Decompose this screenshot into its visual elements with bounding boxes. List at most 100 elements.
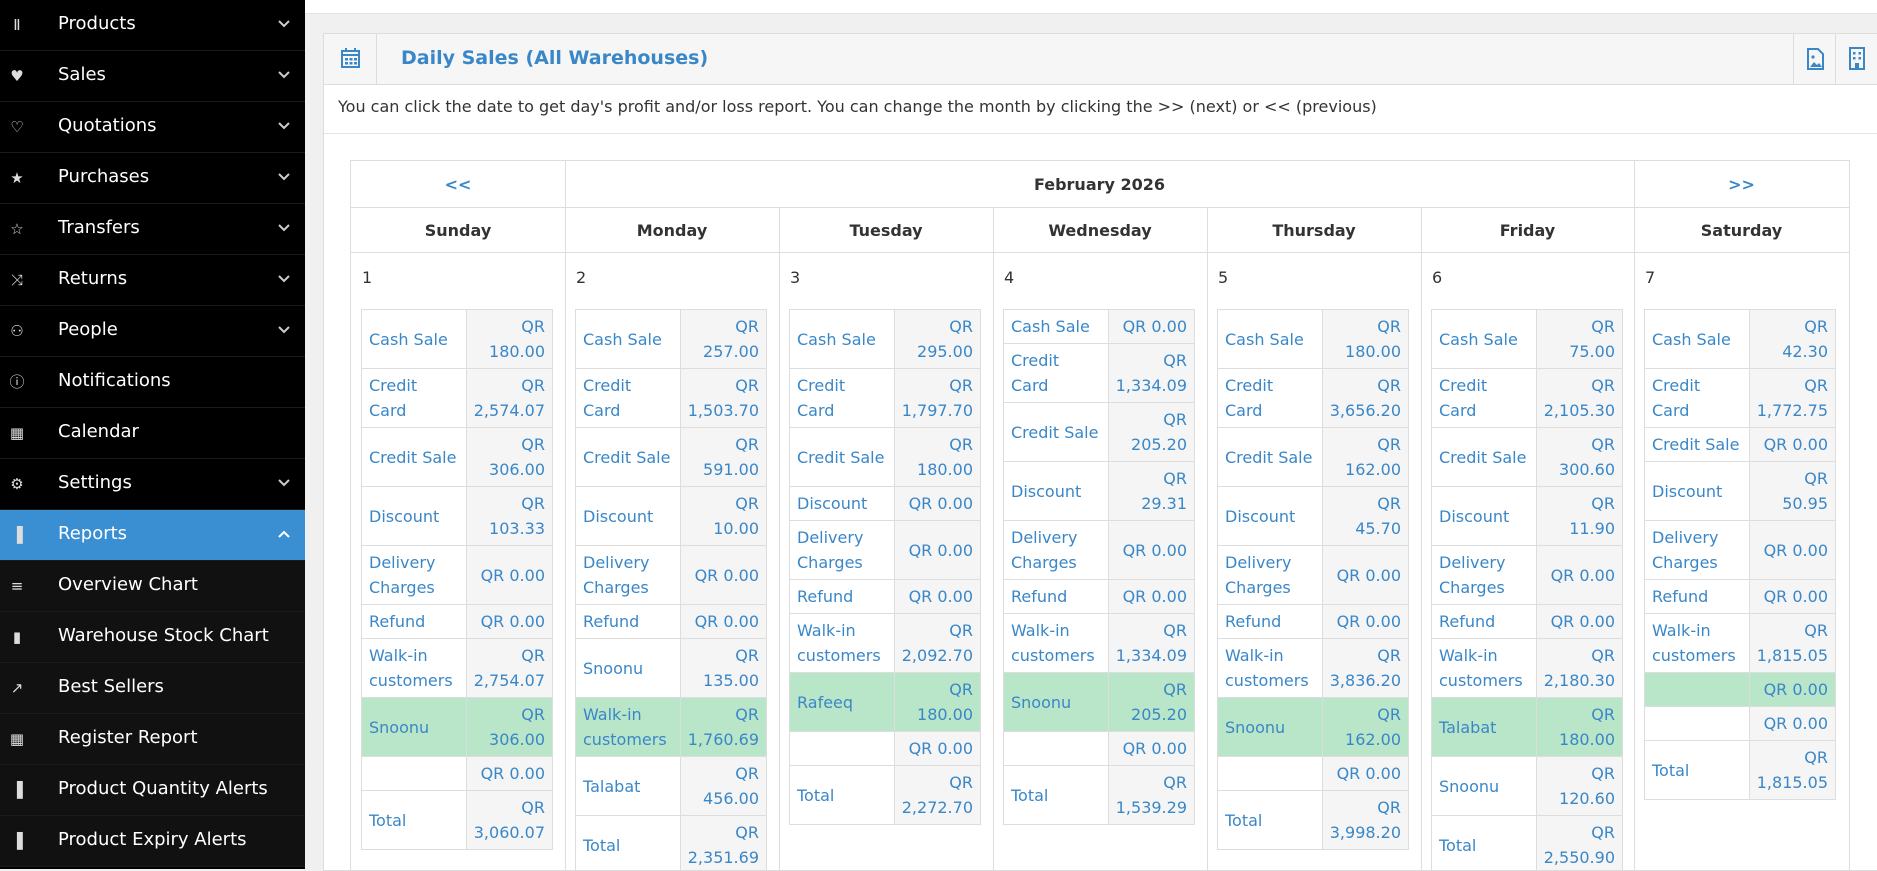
sidebar-item-quotations[interactable]: ♡ Quotations [0, 102, 305, 153]
summary-row: Discount QR 29.31 [1003, 461, 1196, 521]
summary-label: Credit Card [1644, 368, 1750, 428]
summary-row: Credit Sale QR 162.00 [1217, 427, 1410, 487]
column-divider [779, 207, 780, 870]
day-number-link[interactable]: 5 [1218, 268, 1228, 287]
summary-row: QR 0.00 [1644, 672, 1837, 707]
sidebar-item-settings[interactable]: ⚙ Settings [0, 459, 305, 510]
bar-chart-icon: ▐ [11, 781, 23, 799]
sidebar-item-label: Notifications [58, 370, 171, 391]
summary-label: Delivery Charges [575, 545, 681, 605]
sidebar-item-returns[interactable]: ⤨ Returns [0, 255, 305, 306]
summary-label [1217, 756, 1323, 791]
summary-row: Discount QR 10.00 [575, 486, 768, 546]
next-month-link[interactable]: >> [1728, 175, 1755, 194]
summary-value: QR 180.00 [893, 427, 982, 487]
day-number-link[interactable]: 1 [362, 268, 372, 287]
summary-label: Cash Sale [1217, 309, 1323, 369]
page-title: Daily Sales (All Warehouses) [401, 47, 709, 69]
summary-label: Credit Sale [1217, 427, 1323, 487]
summary-value: QR 180.00 [893, 672, 982, 732]
summary-row: QR 0.00 [789, 731, 982, 766]
chevron-down-icon [278, 71, 290, 79]
day-number-link[interactable]: 7 [1645, 268, 1655, 287]
day-number-link[interactable]: 3 [790, 268, 800, 287]
image-export-icon[interactable] [1793, 34, 1836, 84]
summary-row: Refund QR 0.00 [789, 579, 982, 614]
sidebar-item-notifications[interactable]: ⓘ Notifications [0, 357, 305, 408]
summary-value: QR 0.00 [1748, 520, 1837, 580]
summary-value: QR 2,272.70 [893, 765, 982, 825]
sidebar-item-overview-chart[interactable]: ≡ Overview Chart [0, 561, 305, 612]
summary-row: Walk-in customers QR 2,092.70 [789, 613, 982, 673]
sidebar-item-reports[interactable]: ▐ Reports [0, 510, 305, 561]
summary-label: Snoonu [361, 697, 467, 757]
summary-row: Cash Sale QR 180.00 [361, 309, 554, 369]
summary-value: QR 0.00 [679, 545, 768, 605]
summary-value: QR 180.00 [465, 309, 554, 369]
summary-label: Total [1003, 765, 1109, 825]
summary-row: Discount QR 45.70 [1217, 486, 1410, 546]
month-title: February 2026 [565, 161, 1634, 208]
summary-label: Walk-in customers [1644, 613, 1750, 673]
weekday-header-monday: Monday [565, 208, 779, 253]
summary-row: Credit Card QR 2,574.07 [361, 368, 554, 428]
summary-value: QR 300.60 [1535, 427, 1624, 487]
summary-label: Total [789, 765, 895, 825]
sidebar-item-transfers[interactable]: ☆ Transfers [0, 204, 305, 255]
summary-row: Cash Sale QR 42.30 [1644, 309, 1837, 369]
summary-label: Snoonu [1217, 697, 1323, 757]
chevron-down-icon [278, 20, 290, 28]
summary-row: Total QR 1,539.29 [1003, 765, 1196, 825]
bar-chart-icon: ▐ [11, 526, 23, 544]
sidebar: Ⅱ Products ♥ Sales ♡ Quotations ★ Purchases ☆ Tra… [0, 0, 305, 869]
info-icon: ⓘ [9, 373, 25, 391]
summary-label: Walk-in customers [1431, 638, 1537, 698]
calendar-icon: ▦ [9, 424, 25, 442]
sidebar-item-products[interactable]: Ⅱ Products [0, 0, 305, 51]
sidebar-item-product-quantity-alerts[interactable]: ▐ Product Quantity Alerts [0, 765, 305, 816]
summary-row: Cash Sale QR 257.00 [575, 309, 768, 369]
sidebar-item-register-report[interactable]: ▦ Register Report [0, 714, 305, 765]
day-number-link[interactable]: 4 [1004, 268, 1014, 287]
chevron-down-icon [278, 479, 290, 487]
summary-row: Credit Card QR 1,503.70 [575, 368, 768, 428]
sidebar-item-sales[interactable]: ♥ Sales [0, 51, 305, 102]
day-number-link[interactable]: 2 [576, 268, 586, 287]
summary-row: Delivery Charges QR 0.00 [1431, 545, 1624, 605]
summary-value: QR 456.00 [679, 756, 768, 816]
star-icon: ★ [10, 169, 24, 187]
summary-value: QR 2,105.30 [1535, 368, 1624, 428]
sidebar-item-warehouse-stock-chart[interactable]: ▮ Warehouse Stock Chart [0, 612, 305, 663]
summary-label: Refund [1217, 604, 1323, 639]
summary-value: QR 162.00 [1321, 697, 1410, 757]
summary-row: Total QR 1,815.05 [1644, 740, 1837, 800]
sidebar-item-purchases[interactable]: ★ Purchases [0, 153, 305, 204]
summary-label: Walk-in customers [1217, 638, 1323, 698]
summary-label: Cash Sale [575, 309, 681, 369]
prev-month-link[interactable]: << [445, 175, 472, 194]
summary-row: Discount QR 50.95 [1644, 461, 1837, 521]
summary-value: QR 295.00 [893, 309, 982, 369]
summary-row: Total QR 3,998.20 [1217, 790, 1410, 850]
summary-row: Refund QR 0.00 [361, 604, 554, 639]
summary-value: QR 0.00 [1748, 579, 1837, 614]
column-divider [565, 161, 566, 870]
heart-icon: ♥ [10, 67, 24, 85]
summary-value: QR 1,539.29 [1107, 765, 1196, 825]
summary-row: Talabat QR 180.00 [1431, 697, 1624, 757]
sidebar-item-product-expiry-alerts[interactable]: ▐ Product Expiry Alerts [0, 816, 305, 867]
summary-row: Credit Card QR 1,772.75 [1644, 368, 1837, 428]
summary-label: Credit Card [1217, 368, 1323, 428]
summary-value: QR 591.00 [679, 427, 768, 487]
sidebar-item-best-sellers[interactable]: ↗ Best Sellers [0, 663, 305, 714]
sidebar-item-people[interactable]: ⚇ People [0, 306, 305, 357]
summary-row: Refund QR 0.00 [1431, 604, 1624, 639]
day-summary-table: Cash Sale QR 180.00 Credit Card QR 3,656.20… [1217, 309, 1410, 850]
day-number-link[interactable]: 6 [1432, 268, 1442, 287]
sidebar-item-label: Sales [58, 64, 106, 85]
sidebar-item-calendar[interactable]: ▦ Calendar [0, 408, 305, 459]
summary-label [361, 756, 467, 791]
sidebar-item-label: Quotations [58, 115, 157, 136]
heart-outline-icon: ♡ [10, 118, 24, 136]
building-export-icon[interactable] [1835, 34, 1877, 84]
